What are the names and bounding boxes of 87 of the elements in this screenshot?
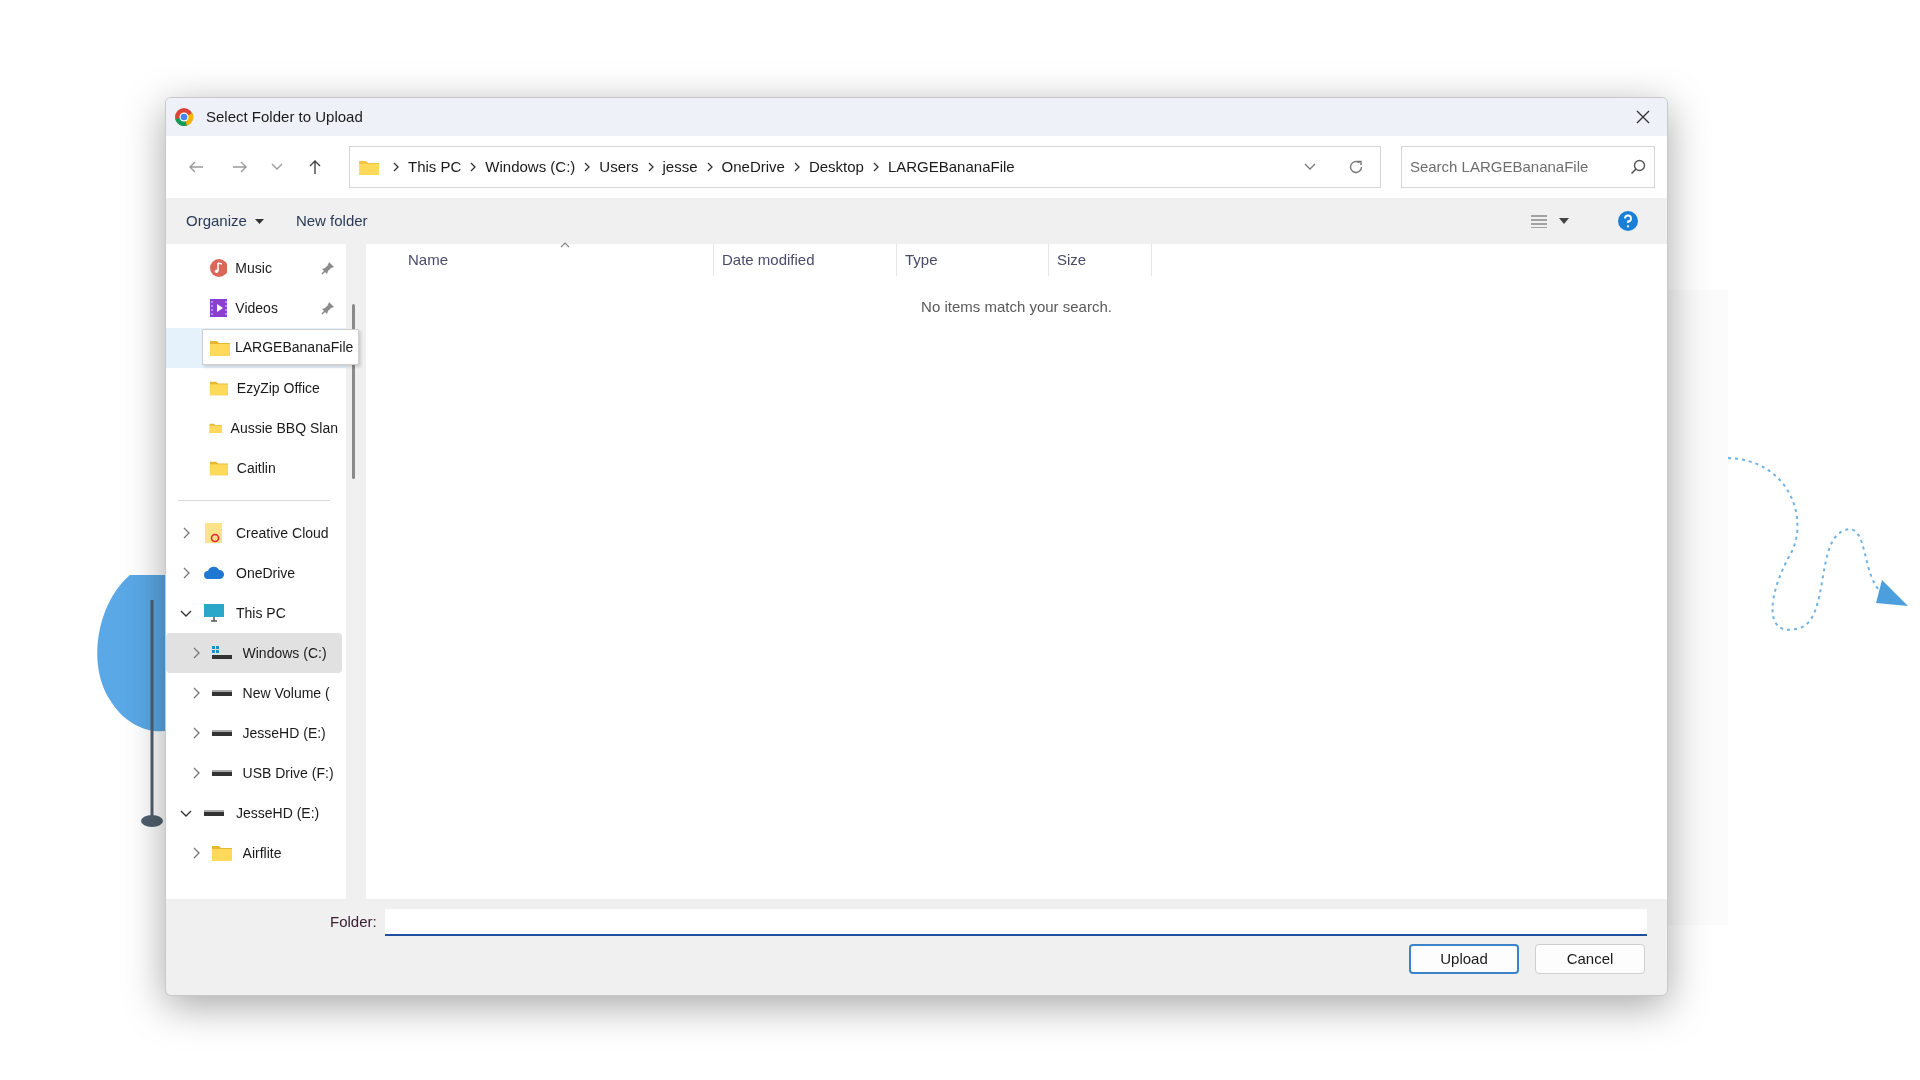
video-icon bbox=[209, 298, 228, 318]
folder-icon bbox=[209, 459, 229, 477]
item-label: JesseHD (E:) bbox=[236, 803, 321, 823]
chevron-right-icon[interactable] bbox=[583, 162, 592, 172]
breadcrumb[interactable]: Windows (C:) bbox=[485, 155, 576, 179]
item-label: Videos bbox=[235, 298, 279, 318]
column-header[interactable]: Name bbox=[366, 244, 714, 276]
tree-item[interactable]: JesseHD (E:) bbox=[166, 713, 342, 753]
sidebar-item[interactable]: EzyZip Office bbox=[166, 368, 346, 408]
column-header[interactable]: Type bbox=[897, 244, 1049, 276]
address-bar[interactable]: This PC Windows (C:) Users jesse OneDrive Desktop LARGEBananaFile bbox=[348, 146, 1381, 188]
breadcrumb[interactable]: Users bbox=[599, 155, 639, 179]
folder-icon bbox=[357, 158, 380, 176]
chevron-right-icon[interactable] bbox=[705, 162, 714, 172]
caret-icon bbox=[1559, 218, 1569, 224]
item-label: This PC bbox=[236, 603, 287, 623]
folder-input[interactable] bbox=[384, 909, 1647, 936]
breadcrumb[interactable]: This PC bbox=[407, 155, 462, 179]
browser-icon bbox=[174, 107, 194, 127]
new-folder-button[interactable]: New folder bbox=[295, 209, 368, 233]
drive-icon bbox=[203, 809, 225, 817]
tree-item[interactable]: New Volume ( bbox=[166, 673, 342, 713]
chevron-right-icon[interactable] bbox=[871, 162, 880, 172]
tree-item[interactable]: JesseHD (E:) bbox=[166, 793, 342, 833]
breadcrumb[interactable]: OneDrive bbox=[721, 155, 785, 179]
tooltip: LARGEBananaFile bbox=[202, 329, 360, 365]
breadcrumb[interactable]: LARGEBananaFile bbox=[887, 155, 1015, 179]
item-label: Caitlin bbox=[236, 458, 277, 478]
music-icon bbox=[209, 258, 228, 278]
organize-button[interactable]: Organize bbox=[186, 209, 264, 233]
empty-message: No items match your search. bbox=[920, 297, 1113, 317]
search-icon bbox=[1630, 159, 1646, 175]
window-title: Select Folder to Upload bbox=[206, 106, 363, 127]
item-label: USB Drive (F:) bbox=[242, 763, 335, 783]
caret-icon bbox=[254, 218, 264, 224]
back-arrow-icon bbox=[187, 160, 204, 174]
item-label: Airflite bbox=[242, 843, 283, 863]
chevron-right-icon[interactable] bbox=[792, 162, 801, 172]
item-label: Windows (C:) bbox=[242, 643, 328, 663]
cancel-button[interactable]: Cancel bbox=[1535, 944, 1645, 974]
sidebar-item[interactable]: Aussie BBQ Slan bbox=[166, 408, 346, 448]
drive-icon bbox=[210, 729, 233, 737]
forward-arrow-icon bbox=[231, 160, 248, 174]
sidebar-item[interactable]: Videos bbox=[166, 288, 346, 328]
view-options-button[interactable] bbox=[1531, 214, 1569, 228]
drive-icon bbox=[210, 769, 233, 777]
sidebar-item[interactable]: Music bbox=[166, 248, 346, 288]
scrollbar-thumb[interactable] bbox=[352, 304, 355, 479]
item-label: EzyZip Office bbox=[236, 378, 321, 398]
search-field[interactable]: Search LARGEBananaFile bbox=[1400, 146, 1655, 188]
folder-icon bbox=[204, 522, 224, 544]
tree-item[interactable]: Windows (C:) bbox=[166, 633, 342, 673]
tree-item[interactable]: Airflite bbox=[166, 833, 342, 873]
chevron-right-icon[interactable] bbox=[469, 162, 478, 172]
tree-item[interactable]: Creative Cloud bbox=[166, 513, 342, 553]
chevron-right-icon[interactable] bbox=[646, 162, 655, 172]
close-icon bbox=[1636, 110, 1650, 124]
breadcrumb[interactable]: Desktop bbox=[808, 155, 864, 179]
tree-item[interactable]: This PC bbox=[166, 593, 342, 633]
sidebar-item[interactable]: Caitlin bbox=[166, 448, 346, 488]
item-label: Aussie BBQ Slan bbox=[230, 418, 338, 438]
column-header[interactable]: Size bbox=[1049, 244, 1152, 276]
drive-icon bbox=[210, 689, 233, 697]
column-header[interactable]: Date modified bbox=[714, 244, 897, 276]
folder-icon bbox=[209, 339, 231, 357]
chevron-down-icon bbox=[271, 163, 284, 171]
folder-icon bbox=[209, 379, 229, 397]
drive-icon bbox=[210, 645, 233, 661]
item-label: Music bbox=[235, 258, 273, 278]
item-label: Creative Cloud bbox=[236, 523, 330, 543]
cloud-icon bbox=[203, 566, 225, 580]
folder-label: Folder: bbox=[330, 912, 377, 933]
monitor-icon bbox=[203, 603, 225, 623]
chevron-right-icon[interactable] bbox=[391, 162, 400, 172]
list-view-icon bbox=[1531, 214, 1547, 228]
refresh-icon[interactable] bbox=[1347, 159, 1364, 175]
search-input: Search LARGEBananaFile bbox=[1409, 155, 1630, 179]
tree-item[interactable]: USB Drive (F:) bbox=[166, 753, 342, 793]
tree-item[interactable]: OneDrive bbox=[166, 553, 342, 593]
breadcrumb[interactable]: jesse bbox=[662, 155, 698, 179]
item-label: New Volume ( bbox=[242, 683, 331, 703]
help-icon[interactable] bbox=[1617, 210, 1639, 232]
item-label: OneDrive bbox=[236, 563, 297, 583]
item-label: JesseHD (E:) bbox=[242, 723, 327, 743]
folder-icon bbox=[210, 844, 233, 862]
upload-button[interactable]: Upload bbox=[1409, 944, 1519, 974]
up-arrow-icon bbox=[308, 159, 323, 175]
